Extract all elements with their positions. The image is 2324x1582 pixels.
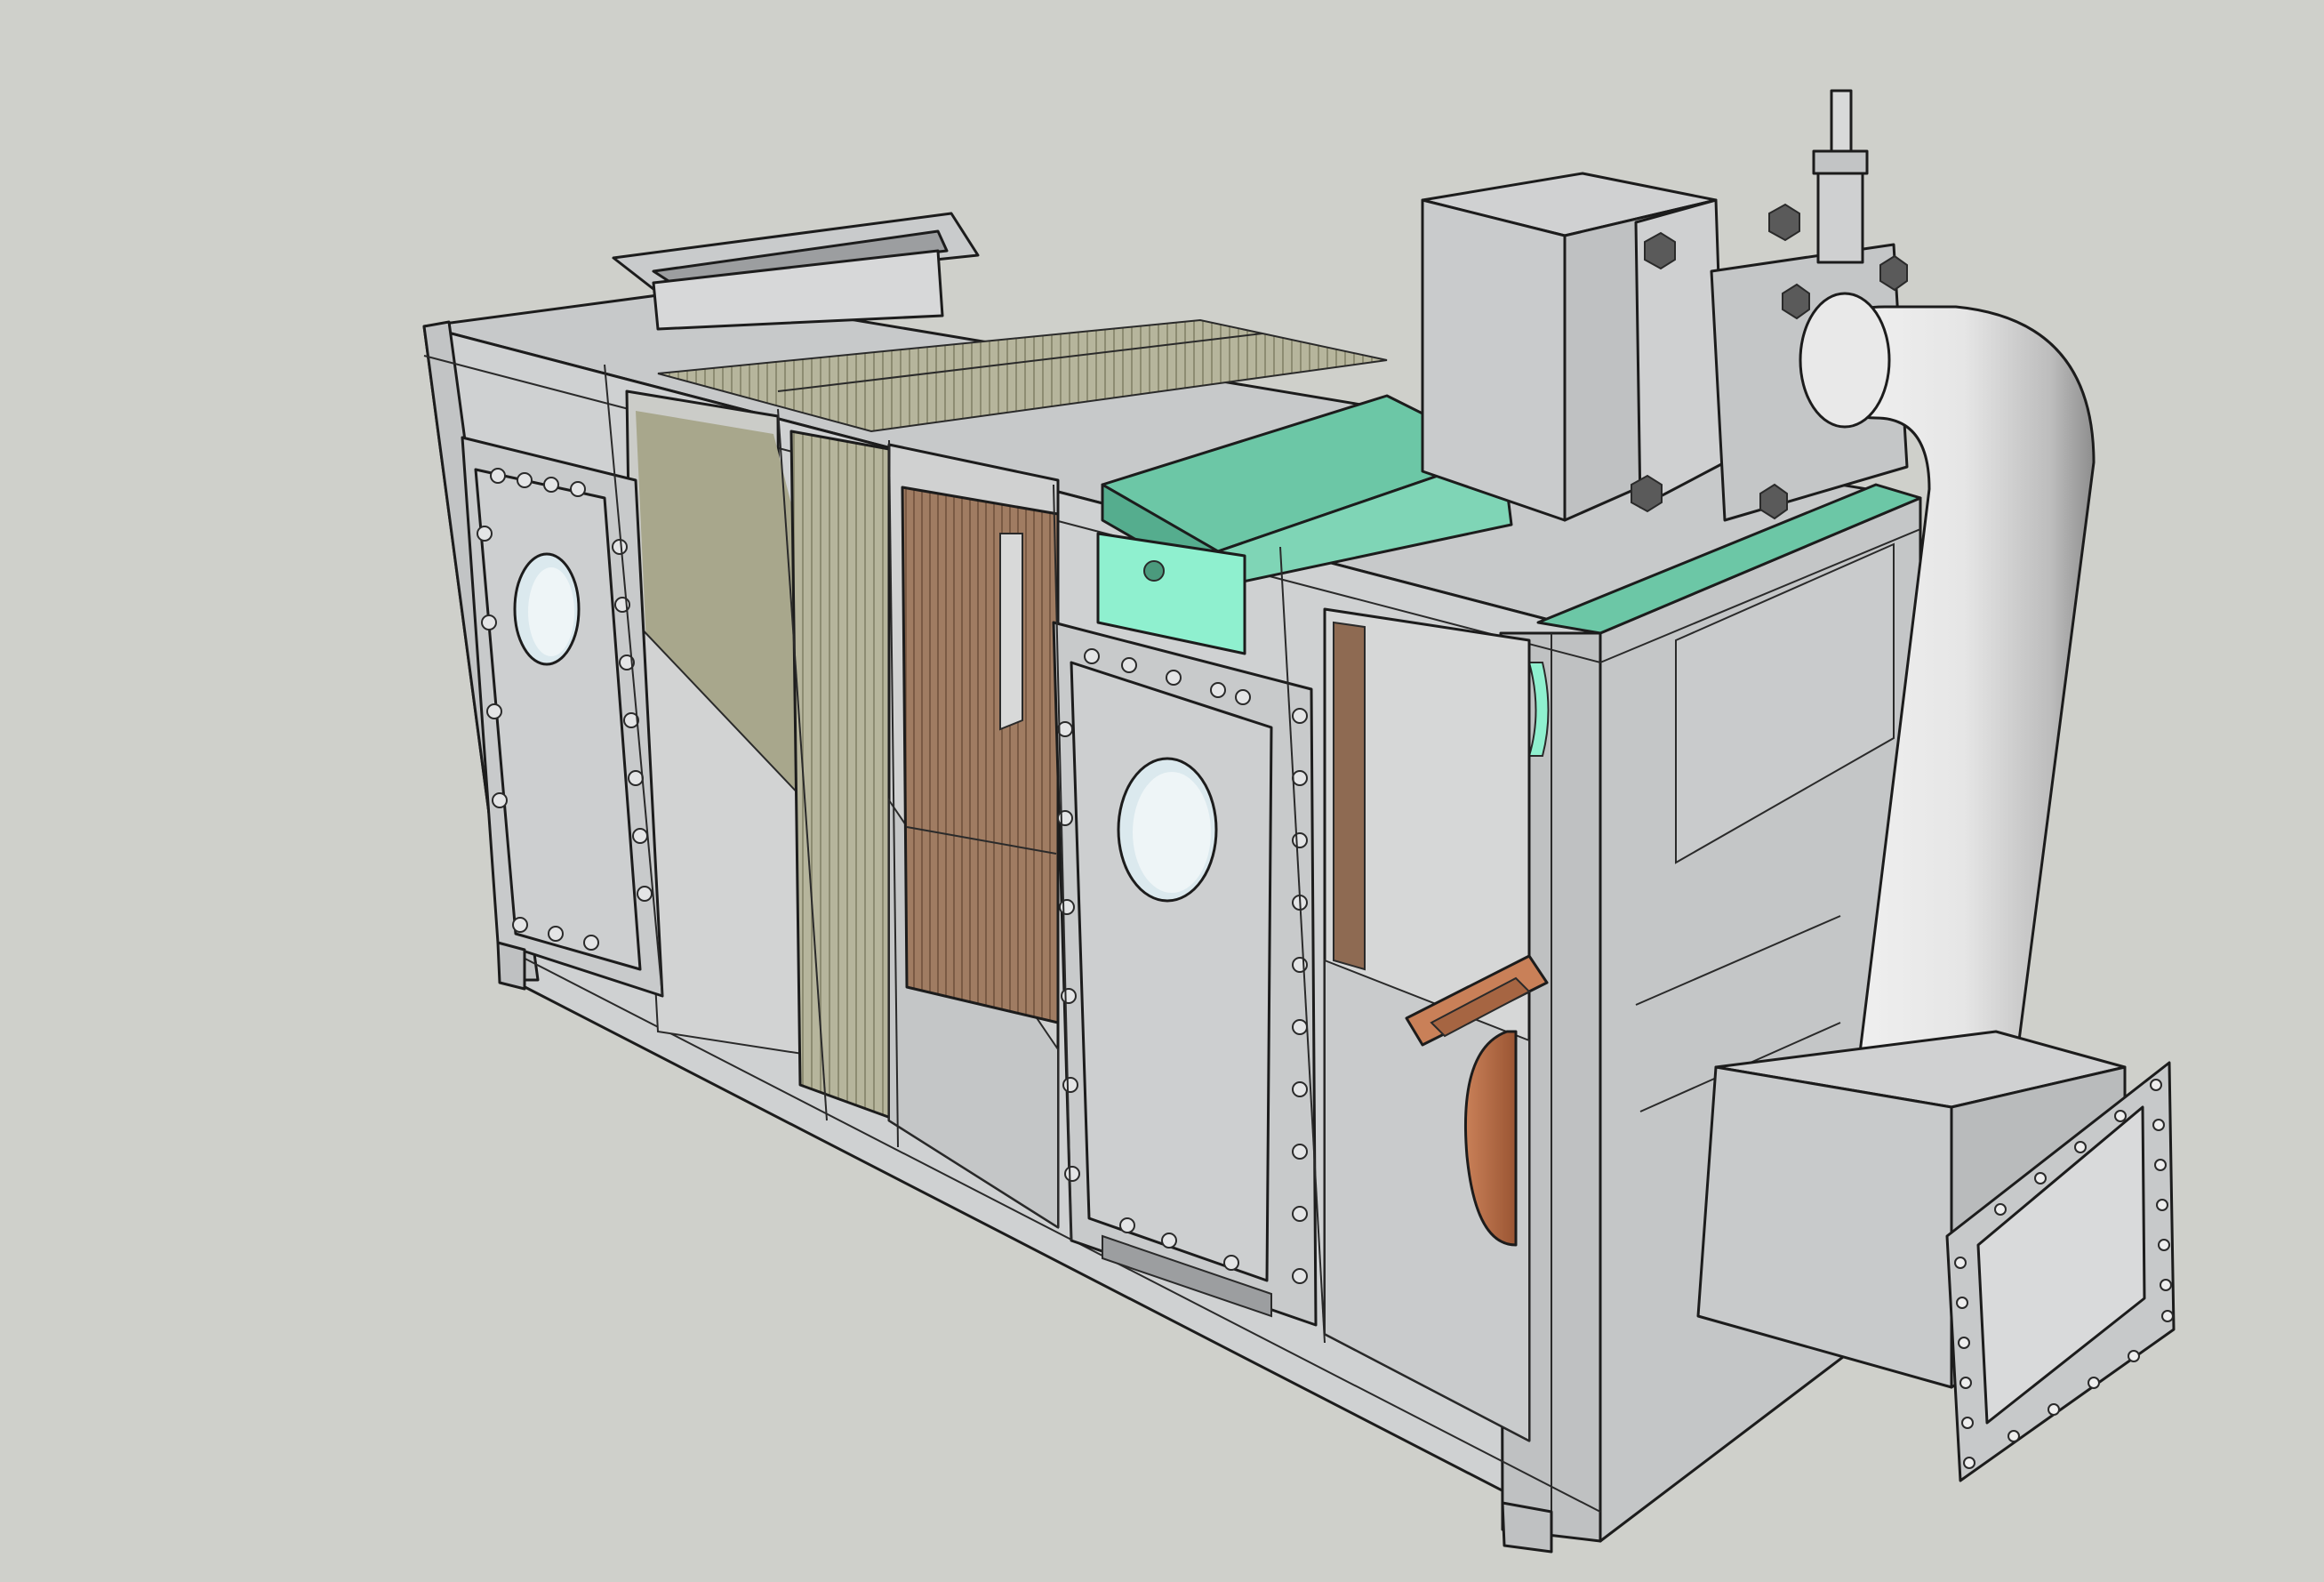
bolt-icon	[1059, 899, 1075, 915]
bolt-icon	[481, 614, 497, 630]
bolt-icon	[637, 886, 653, 902]
bolt-icon	[1235, 689, 1251, 705]
fan-inlet-coil	[1333, 621, 1366, 971]
coil-header	[999, 533, 1023, 731]
bolt-icon	[1057, 810, 1073, 826]
porthole-glass	[1133, 772, 1211, 893]
bolt-icon	[517, 472, 533, 488]
bolt-icon	[548, 926, 564, 942]
bolt-icon	[1292, 1019, 1308, 1035]
top-inlet-flange[interactable]	[612, 212, 980, 331]
bolt-icon	[543, 477, 559, 493]
bolt-icon	[1292, 708, 1308, 724]
bolt-icon	[1119, 1217, 1135, 1233]
cooling-coil	[901, 486, 1060, 1024]
bolt-icon	[1292, 832, 1308, 848]
bolt-icon	[1292, 1081, 1308, 1097]
bolt-icon	[490, 468, 506, 484]
sensor-icon	[1143, 560, 1165, 582]
bolt-icon	[1121, 657, 1137, 673]
bolt-icon	[1292, 770, 1308, 786]
bolt-icon	[612, 539, 628, 555]
access-door-right[interactable]	[1052, 621, 1318, 1327]
pipe-mouth	[1799, 292, 1891, 429]
section-fan	[1323, 607, 1549, 1442]
bolt-icon	[1210, 682, 1226, 698]
bolt-icon	[583, 935, 599, 951]
bolt-icon	[1161, 1233, 1177, 1249]
door-panel-right	[1070, 661, 1273, 1282]
bolt-icon	[486, 703, 502, 719]
section-coil	[901, 486, 1060, 1024]
bolt-icon	[1223, 1255, 1239, 1271]
bag-filter	[789, 430, 900, 1122]
bolt-icon	[1768, 203, 1800, 242]
leg-front-left	[496, 941, 526, 991]
bolt-icon	[1061, 988, 1077, 1004]
bolt-icon	[492, 792, 508, 808]
bolt-icon	[632, 828, 648, 844]
bolt-icon	[477, 526, 493, 542]
bolt-icon	[1292, 1144, 1308, 1160]
bolt-icon	[570, 481, 586, 497]
access-door-left[interactable]	[461, 436, 664, 998]
bolt-icon	[1062, 1077, 1078, 1093]
bolt-icon	[1064, 1166, 1080, 1182]
model-viewport[interactable]	[0, 0, 2324, 1582]
bolt-icon	[1292, 957, 1308, 973]
bolt-icon	[512, 917, 528, 933]
motor-box-front	[1421, 198, 1567, 522]
porthole-glass	[528, 567, 574, 656]
bolt-icon	[1292, 1206, 1308, 1222]
valve-body	[1816, 172, 1864, 264]
bolt-icon	[1084, 648, 1100, 664]
valve-bonnet	[1812, 149, 1869, 175]
bolt-icon	[1166, 670, 1182, 686]
air-handling-unit-model	[422, 89, 2176, 1554]
leg-front-right	[1501, 1501, 1553, 1554]
bolt-icon	[628, 770, 644, 786]
bolt-icon	[1292, 1268, 1308, 1284]
